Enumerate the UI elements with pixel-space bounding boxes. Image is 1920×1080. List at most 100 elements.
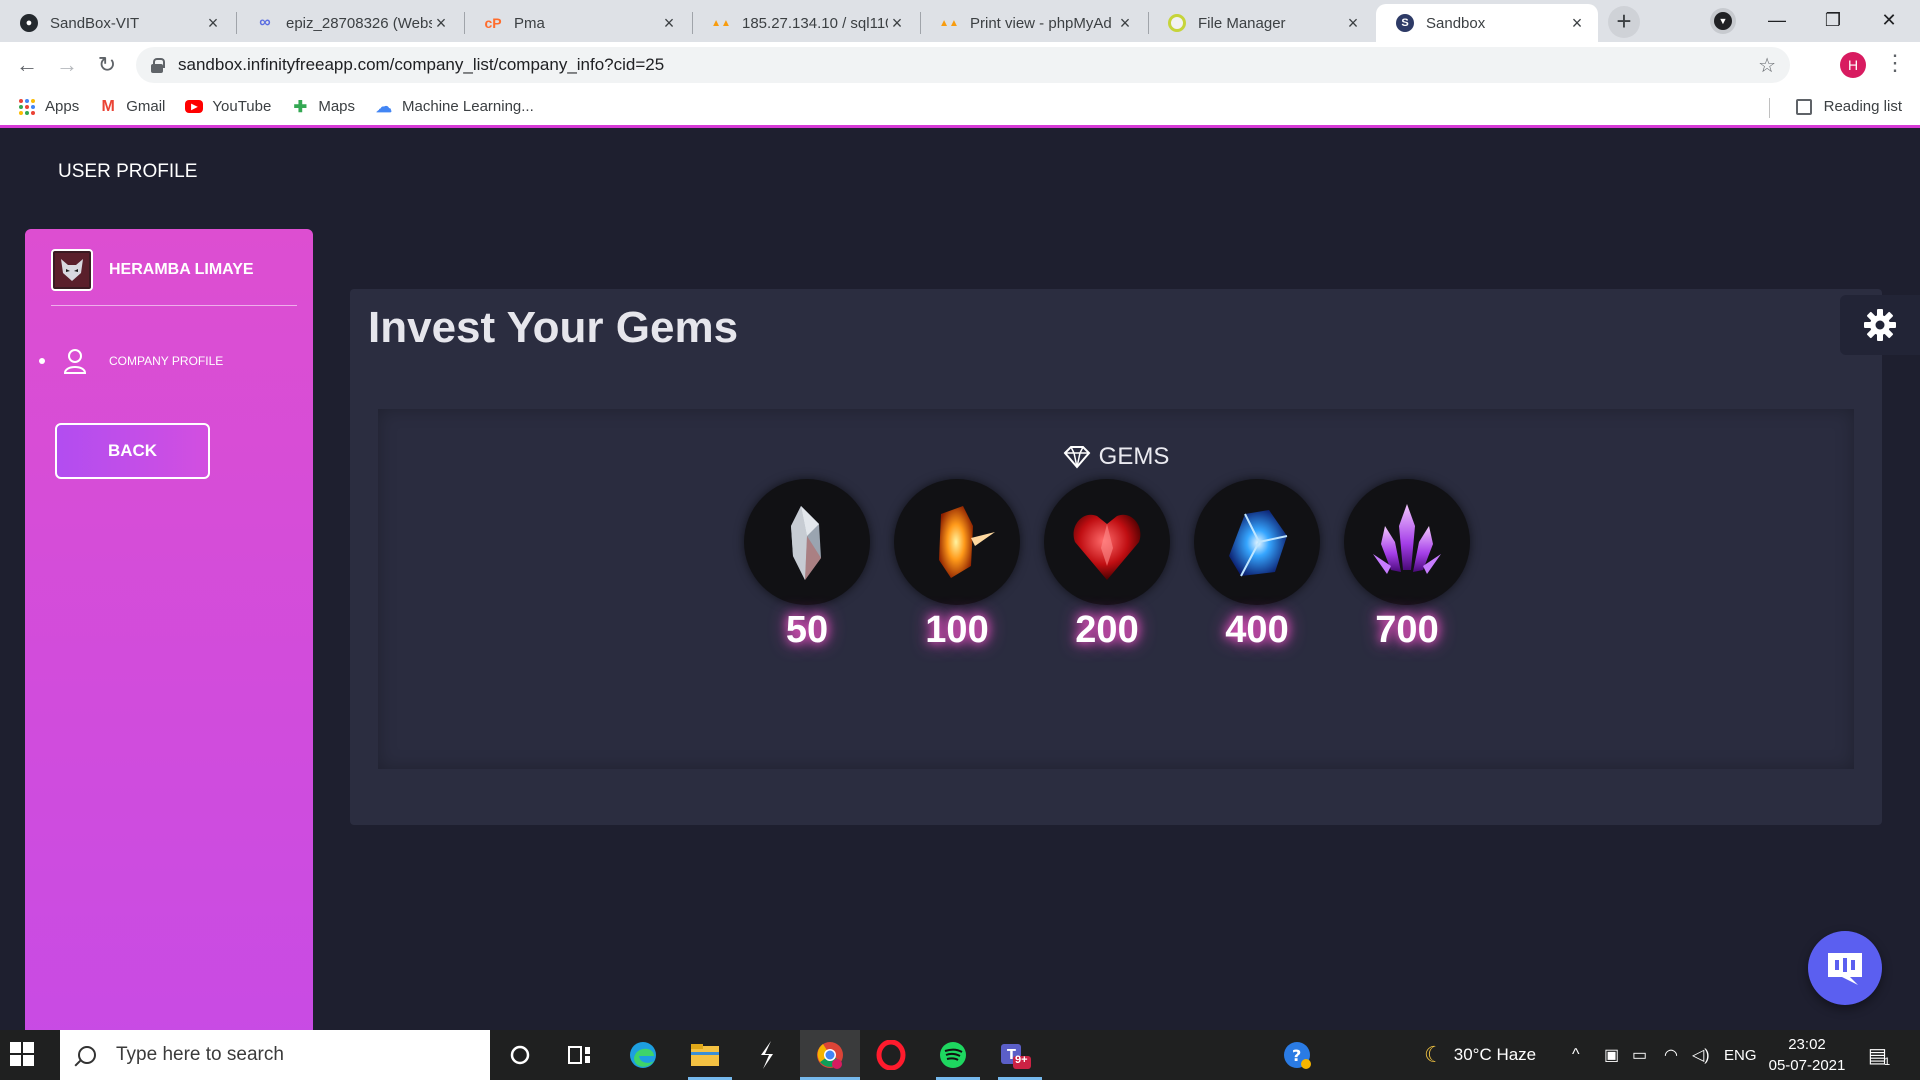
bookmark-machine-learning[interactable]: ☁ Machine Learning... — [375, 98, 534, 116]
lock-icon[interactable] — [150, 58, 165, 73]
close-tab-icon[interactable]: × — [204, 13, 222, 34]
invest-panel: Invest Your Gems GEMS 50 100 200 400 700 — [350, 289, 1882, 825]
spotify-icon[interactable] — [936, 1038, 970, 1072]
volume-icon[interactable]: ◁) — [1692, 1030, 1710, 1080]
cortana-icon[interactable] — [503, 1038, 537, 1072]
tab-phpmyadmin[interactable]: ▲▲ 185.27.134.10 / sql110 × — [692, 4, 918, 42]
taskbar-search[interactable]: Type here to search — [60, 1030, 490, 1080]
amber-gem-icon[interactable] — [894, 479, 1020, 605]
bookmark-label: Machine Learning... — [402, 98, 534, 115]
gem-option-400[interactable]: 400 — [1182, 479, 1332, 652]
tab-pma[interactable]: cP Pma × — [464, 4, 690, 42]
amethyst-gem-icon[interactable] — [1344, 479, 1470, 605]
teams-badge: 9+ — [1015, 1054, 1028, 1066]
more-menu-icon[interactable]: ⋮ — [1884, 50, 1906, 76]
app-s-icon[interactable] — [750, 1038, 784, 1072]
weather-widget[interactable]: ☾ 30°C Haze — [1424, 1030, 1536, 1080]
reading-list-icon — [1795, 98, 1812, 115]
profile-avatar[interactable]: H — [1840, 52, 1866, 78]
infinityfree-icon: ∞ — [259, 14, 271, 31]
bookmark-apps[interactable]: Apps — [18, 98, 79, 116]
back-arrow-icon[interactable]: ← — [12, 50, 42, 80]
forward-arrow-icon[interactable]: → — [52, 50, 82, 80]
bookmarks-bar: Apps M Gmail ▶ YouTube ✚ Maps ☁ Machine … — [0, 88, 1920, 128]
user-name: HERAMBA LIMAYE — [109, 261, 254, 278]
wifi-icon[interactable]: ◠ — [1664, 1030, 1678, 1080]
battery-icon[interactable]: ▭ — [1632, 1030, 1647, 1080]
close-window-button[interactable]: ✕ — [1866, 4, 1912, 36]
bookmark-youtube[interactable]: ▶ YouTube — [185, 98, 271, 115]
chrome-icon[interactable] — [800, 1030, 860, 1080]
browser-toolbar: ← → ↻ sandbox.infinityfreeapp.com/compan… — [0, 42, 1920, 88]
close-tab-icon[interactable]: × — [1568, 13, 1586, 34]
gem-option-50[interactable]: 50 — [732, 479, 882, 652]
opera-icon[interactable] — [874, 1038, 908, 1072]
maps-icon: ✚ — [293, 98, 308, 116]
close-tab-icon[interactable]: × — [1116, 13, 1134, 34]
close-tab-icon[interactable]: × — [888, 13, 906, 34]
search-icon — [78, 1046, 96, 1064]
gem-option-700[interactable]: 700 — [1332, 479, 1482, 652]
chat-button[interactable] — [1808, 931, 1882, 1005]
sapphire-gem-icon[interactable] — [1194, 479, 1320, 605]
meet-now-icon[interactable]: ▣ — [1604, 1030, 1619, 1080]
notifications-icon[interactable]: ▤ — [1868, 1030, 1887, 1080]
tab-title: epiz_28708326 (Websi — [286, 14, 432, 32]
gem-value: 200 — [1075, 609, 1139, 651]
bookmark-gmail[interactable]: M Gmail — [99, 98, 166, 116]
ruby-gem-icon[interactable] — [1044, 479, 1170, 605]
show-hidden-icons[interactable]: ^ — [1572, 1030, 1580, 1080]
page-heading: USER PROFILE — [58, 161, 198, 182]
gem-option-100[interactable]: 100 — [882, 479, 1032, 652]
gems-label-text: GEMS — [1098, 443, 1170, 470]
gear-icon — [1864, 309, 1896, 341]
close-tab-icon[interactable]: × — [660, 13, 678, 34]
clock[interactable]: 23:02 05-07-2021 — [1752, 1034, 1862, 1076]
youtube-icon: ▶ — [185, 100, 204, 113]
tab-search-button[interactable]: ▼ — [1710, 8, 1736, 34]
close-tab-icon[interactable]: × — [1344, 13, 1362, 34]
chevron-down-icon: ▼ — [1714, 12, 1732, 30]
help-icon[interactable]: ? — [1280, 1038, 1314, 1072]
diamond-gem-icon[interactable] — [744, 479, 870, 605]
sidebar-item-company-profile[interactable]: COMPANY PROFILE — [39, 347, 223, 375]
file-manager-icon — [1168, 14, 1186, 32]
task-view-icon[interactable] — [563, 1038, 597, 1072]
tab-epiz[interactable]: ∞ epiz_28708326 (Websi × — [236, 4, 462, 42]
reading-list-button[interactable]: Reading list — [1795, 98, 1902, 115]
tab-title: Print view - phpMyAd — [970, 14, 1112, 32]
windows-start-icon[interactable] — [10, 1042, 36, 1068]
phpmyadmin-icon: ▲▲ — [711, 17, 731, 29]
bookmark-star-icon[interactable]: ☆ — [1758, 53, 1776, 78]
clock-date: 05-07-2021 — [1768, 1057, 1846, 1074]
tab-title: Sandbox — [1426, 14, 1486, 32]
back-button[interactable]: BACK — [55, 423, 210, 479]
tab-sandbox[interactable]: S Sandbox × — [1376, 4, 1598, 42]
bookmarks-separator — [1769, 98, 1770, 118]
avatar — [51, 249, 93, 291]
settings-button[interactable] — [1840, 295, 1920, 355]
new-tab-button[interactable]: + — [1608, 6, 1640, 38]
sidebar: HERAMBA LIMAYE COMPANY PROFILE BACK — [25, 229, 313, 1030]
cloud-icon: ☁ — [376, 98, 393, 116]
sandbox-icon: S — [1396, 14, 1414, 32]
url-text[interactable]: sandbox.infinityfreeapp.com/company_list… — [178, 55, 664, 75]
tab-print-view[interactable]: ▲▲ Print view - phpMyAd × — [920, 4, 1146, 42]
search-placeholder: Type here to search — [116, 1044, 284, 1065]
active-dot — [39, 358, 45, 364]
address-bar[interactable]: sandbox.infinityfreeapp.com/company_list… — [136, 47, 1790, 83]
tab-title: File Manager — [1198, 14, 1286, 32]
reload-icon[interactable]: ↻ — [92, 50, 122, 80]
bookmark-maps[interactable]: ✚ Maps — [291, 98, 355, 116]
tab-strip: ● SandBox-VIT × ∞ epiz_28708326 (Websi ×… — [0, 0, 1920, 42]
tab-sandbox-vit[interactable]: ● SandBox-VIT × — [0, 4, 234, 42]
close-tab-icon[interactable]: × — [432, 13, 450, 34]
bookmark-label: Apps — [45, 98, 80, 115]
minimize-button[interactable]: — — [1754, 4, 1800, 36]
file-explorer-icon[interactable] — [688, 1038, 722, 1072]
gem-option-200[interactable]: 200 — [1032, 479, 1182, 652]
restore-button[interactable]: ❐ — [1810, 4, 1856, 36]
sidebar-item-label: COMPANY PROFILE — [109, 354, 224, 368]
tab-file-manager[interactable]: File Manager × — [1148, 4, 1374, 42]
edge-icon[interactable] — [626, 1038, 660, 1072]
